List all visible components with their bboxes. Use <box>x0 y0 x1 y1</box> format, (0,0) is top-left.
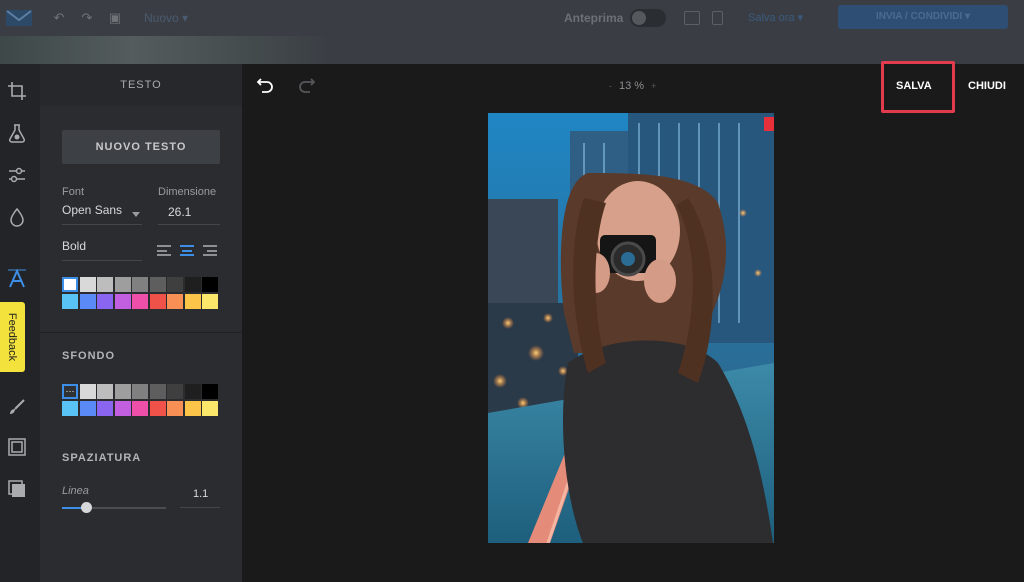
overlay-icon[interactable] <box>6 478 28 500</box>
mobile-icon[interactable] <box>712 11 723 25</box>
text-tool-icon[interactable] <box>6 268 28 290</box>
menu-dropdown[interactable]: Nuovo ▾ <box>144 11 188 25</box>
line-label: Linea <box>62 485 89 497</box>
size-label: Dimensione <box>158 186 217 198</box>
panel-title: TESTO <box>40 64 242 106</box>
zoom-control: -13 % + <box>602 80 663 92</box>
text-color-swatch[interactable] <box>167 293 183 309</box>
desktop-icon[interactable] <box>684 11 700 25</box>
toggle-knob <box>632 11 646 25</box>
preview-label: Anteprima <box>564 11 624 25</box>
canvas-undo-icon[interactable] <box>256 76 274 94</box>
close-button[interactable]: CHIUDI <box>968 80 1006 92</box>
text-color-swatch[interactable] <box>149 277 166 292</box>
plant-image <box>0 36 330 64</box>
send-share-label: INVIA / CONDIVIDI <box>875 11 963 22</box>
background-color-swatch[interactable]: ··· <box>62 384 78 399</box>
text-color-swatch[interactable] <box>114 293 131 309</box>
background-color-swatch[interactable] <box>132 384 148 399</box>
text-color-swatch[interactable] <box>132 293 148 309</box>
background-color-swatch[interactable] <box>167 400 183 416</box>
line-value[interactable]: 1.1 <box>193 488 208 500</box>
text-color-swatch[interactable] <box>132 277 148 292</box>
editor-canvas: -13 % + SALVA CHIUDI <box>242 61 1024 582</box>
text-color-swatch[interactable] <box>167 277 183 292</box>
zoom-out-button[interactable]: - <box>609 81 612 91</box>
send-share-button[interactable]: INVIA / CONDIVIDI ▾ <box>838 5 1008 29</box>
line-slider-handle[interactable] <box>81 502 93 513</box>
adjust-sliders-icon[interactable] <box>6 164 28 186</box>
background-color-swatch[interactable] <box>184 384 201 399</box>
size-input[interactable]: 26.1 <box>168 205 191 219</box>
text-color-swatch[interactable] <box>184 277 201 292</box>
text-color-swatch[interactable] <box>202 277 218 292</box>
background-color-swatch[interactable] <box>167 384 183 399</box>
background-color-swatch[interactable] <box>97 384 113 399</box>
background-color-palette: ··· <box>62 384 218 416</box>
text-color-swatch[interactable] <box>79 293 96 309</box>
text-color-swatch[interactable] <box>202 293 218 309</box>
filter-flask-icon[interactable] <box>6 122 28 144</box>
text-color-swatch[interactable] <box>97 277 113 292</box>
weight-underline <box>62 260 142 261</box>
line-value-underline <box>180 507 220 508</box>
save-disk-icon[interactable]: ▣ <box>108 11 122 25</box>
background-color-swatch[interactable] <box>149 384 166 399</box>
font-select[interactable]: Open Sans <box>62 203 122 217</box>
save-button[interactable]: SALVA <box>896 80 932 92</box>
font-caret-icon[interactable] <box>132 212 140 217</box>
background-color-swatch[interactable] <box>114 384 131 399</box>
background-color-swatch[interactable] <box>184 400 201 416</box>
background-color-swatch[interactable] <box>62 400 78 416</box>
panel-divider <box>40 332 242 333</box>
undo-icon[interactable]: ↶ <box>52 11 66 25</box>
background-strip <box>0 36 1024 64</box>
background-color-swatch[interactable] <box>79 400 96 416</box>
background-color-swatch[interactable] <box>114 400 131 416</box>
text-color-swatch[interactable] <box>149 293 166 309</box>
size-underline <box>158 224 220 225</box>
background-color-swatch[interactable] <box>202 400 218 416</box>
save-now-label: Salva ora <box>748 12 795 24</box>
background-color-swatch[interactable] <box>79 384 96 399</box>
text-panel: TESTO NUOVO TESTO Font Open Sans Dimensi… <box>40 64 242 582</box>
weight-select[interactable]: Bold <box>62 239 86 253</box>
redo-icon[interactable]: ↷ <box>80 11 94 25</box>
text-color-swatch[interactable] <box>97 293 113 309</box>
align-right-icon[interactable] <box>203 245 217 256</box>
text-color-swatch[interactable] <box>184 293 201 309</box>
photo-illustration <box>488 113 774 543</box>
color-drop-icon[interactable] <box>6 206 28 228</box>
background-color-swatch[interactable] <box>202 384 218 399</box>
new-text-button[interactable]: NUOVO TESTO <box>62 130 220 164</box>
background-section-title: SFONDO <box>62 350 116 362</box>
text-color-swatch[interactable] <box>62 293 78 309</box>
font-underline <box>62 224 142 225</box>
zoom-in-button[interactable]: + <box>651 81 656 91</box>
font-label: Font <box>62 186 85 198</box>
canvas-redo-icon[interactable] <box>298 76 316 94</box>
align-left-icon[interactable] <box>157 245 171 256</box>
align-center-icon[interactable] <box>180 245 194 256</box>
text-color-palette <box>62 277 218 309</box>
preview-toggle[interactable] <box>630 9 666 27</box>
spacing-section-title: SPAZIATURA <box>62 452 142 464</box>
background-color-swatch[interactable] <box>97 400 113 416</box>
background-color-swatch[interactable] <box>132 400 148 416</box>
feedback-tab[interactable]: Feedback <box>0 302 25 372</box>
save-now-link[interactable]: Salva ora ▾ <box>748 11 803 24</box>
text-color-swatch[interactable] <box>114 277 131 292</box>
background-color-swatch[interactable] <box>149 400 166 416</box>
text-color-swatch[interactable] <box>62 277 78 292</box>
mail-logo-icon[interactable] <box>6 10 32 26</box>
zoom-value: 13 % <box>619 80 645 92</box>
frame-icon[interactable] <box>6 436 28 458</box>
crop-icon[interactable] <box>6 80 28 102</box>
text-color-swatch[interactable] <box>79 277 96 292</box>
brush-icon[interactable] <box>6 396 28 418</box>
menu-label: Nuovo <box>144 11 179 25</box>
top-bar: ↶ ↷ ▣ Nuovo ▾ Anteprima Salva ora ▾ INVI… <box>0 0 1024 36</box>
feedback-label: Feedback <box>6 312 18 362</box>
canvas-photo[interactable] <box>488 113 774 543</box>
